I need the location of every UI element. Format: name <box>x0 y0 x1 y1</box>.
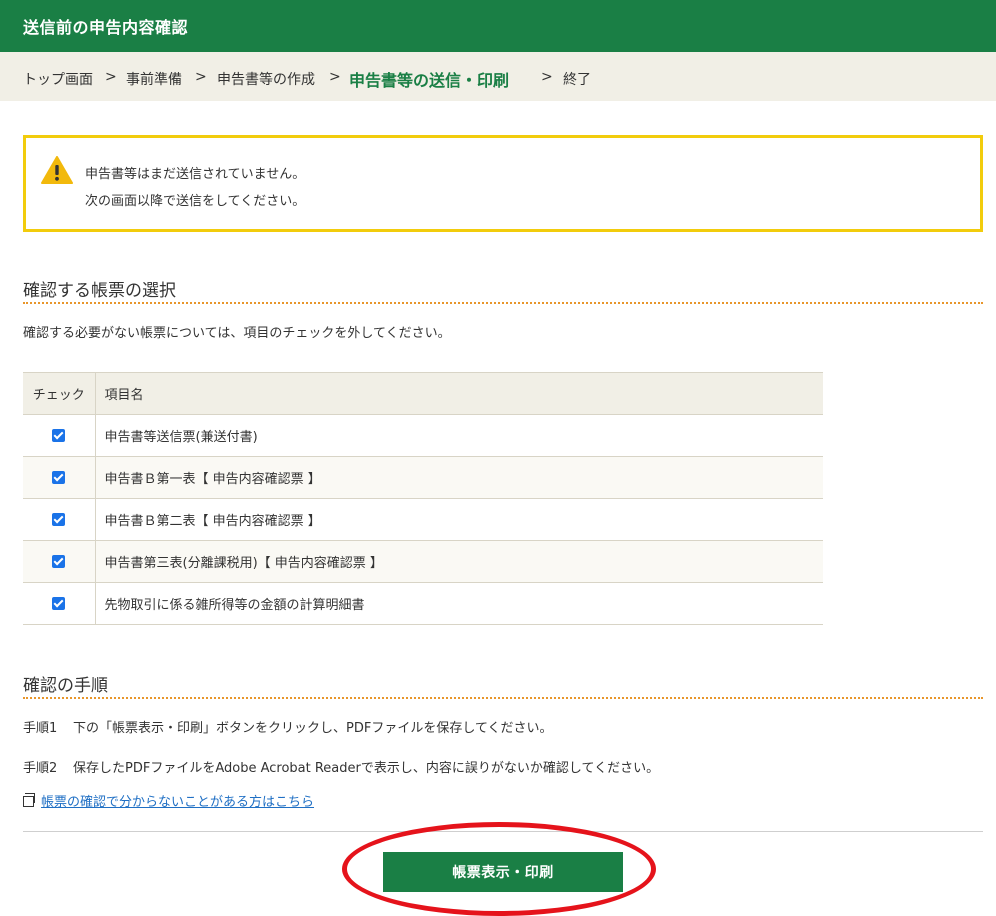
warning-icon <box>41 156 73 184</box>
procedure-section-title: 確認の手順 <box>23 676 108 696</box>
step-text: 保存したPDFファイルをAdobe Acrobat Readerで表示し、内容に… <box>73 761 660 776</box>
form-checkbox[interactable] <box>52 429 66 442</box>
unsent-warning-alert: 申告書等はまだ送信されていません。 次の画面以降で送信をしてください。 <box>23 135 983 232</box>
form-name: 申告書Ｂ第一表【 申告内容確認票 】 <box>95 456 823 499</box>
table-row: 先物取引に係る雑所得等の金額の計算明細書 <box>23 582 823 625</box>
print-forms-button[interactable]: 帳票表示・印刷 <box>383 852 623 892</box>
external-window-icon <box>23 793 35 807</box>
table-row: 申告書第三表(分離課税用)【 申告内容確認票 】 <box>23 540 823 583</box>
help-link[interactable]: 帳票の確認で分からないことがある方はこちら <box>41 795 314 810</box>
step-label: 手順1 <box>23 721 58 736</box>
form-checkbox[interactable] <box>52 555 66 568</box>
divider <box>23 831 983 832</box>
form-checkbox[interactable] <box>52 471 66 484</box>
step-text: 下の「帳票表示・印刷」ボタンをクリックし、PDFファイルを保存してください。 <box>73 721 553 736</box>
form-name: 申告書等送信票(兼送付書) <box>95 414 823 457</box>
step-label: 手順2 <box>23 761 58 776</box>
alert-line-1: 申告書等はまだ送信されていません。 <box>85 167 306 182</box>
breadcrumb-item-preparation: 事前準備 <box>126 72 182 88</box>
breadcrumb-item-current: 申告書等の送信・印刷 <box>349 71 510 90</box>
title-bar: 送信前の申告内容確認 <box>0 0 996 52</box>
select-instruction: 確認する必要がない帳票については、項目のチェックを外してください。 <box>23 326 451 341</box>
column-header-check: チェック <box>23 372 96 415</box>
alert-line-2: 次の画面以降で送信をしてください。 <box>85 194 306 209</box>
procedure-step-1: 手順1 下の「帳票表示・印刷」ボタンをクリックし、PDFファイルを保存してください… <box>23 717 553 736</box>
form-name: 先物取引に係る雑所得等の金額の計算明細書 <box>95 582 823 625</box>
forms-table: チェック 項目名 申告書等送信票(兼送付書) 申告書Ｂ第一表【 申告内容確認票 … <box>23 372 823 625</box>
table-row: 申告書等送信票(兼送付書) <box>23 414 823 457</box>
form-name: 申告書第三表(分離課税用)【 申告内容確認票 】 <box>95 540 823 583</box>
breadcrumb-separator: > <box>329 69 341 85</box>
breadcrumb-item-end: 終了 <box>563 72 591 88</box>
select-section-title: 確認する帳票の選択 <box>23 281 176 301</box>
table-row: 申告書Ｂ第二表【 申告内容確認票 】 <box>23 498 823 541</box>
form-checkbox[interactable] <box>52 597 66 610</box>
breadcrumb-separator: > <box>541 69 553 85</box>
select-section-heading: 確認する帳票の選択 <box>23 272 983 304</box>
breadcrumb-item-create: 申告書等の作成 <box>217 72 315 88</box>
form-name: 申告書Ｂ第二表【 申告内容確認票 】 <box>95 498 823 541</box>
form-checkbox[interactable] <box>52 513 66 526</box>
procedure-step-2: 手順2 保存したPDFファイルをAdobe Acrobat Readerで表示し、… <box>23 757 659 776</box>
breadcrumb-separator: > <box>195 69 207 85</box>
table-header-row: チェック 項目名 <box>23 372 823 415</box>
breadcrumb-separator: > <box>105 69 117 85</box>
column-header-name: 項目名 <box>95 372 823 415</box>
page-title: 送信前の申告内容確認 <box>23 18 189 37</box>
procedure-section-heading: 確認の手順 <box>23 667 983 699</box>
breadcrumb: トップ画面 > 事前準備 申告書等の作成 > 申告書等の送信・印刷 > 終了 > <box>0 52 996 101</box>
table-row: 申告書Ｂ第一表【 申告内容確認票 】 <box>23 456 823 499</box>
help-link-row: 帳票の確認で分からないことがある方はこちら <box>23 791 314 810</box>
breadcrumb-item-top: トップ画面 <box>23 72 93 88</box>
